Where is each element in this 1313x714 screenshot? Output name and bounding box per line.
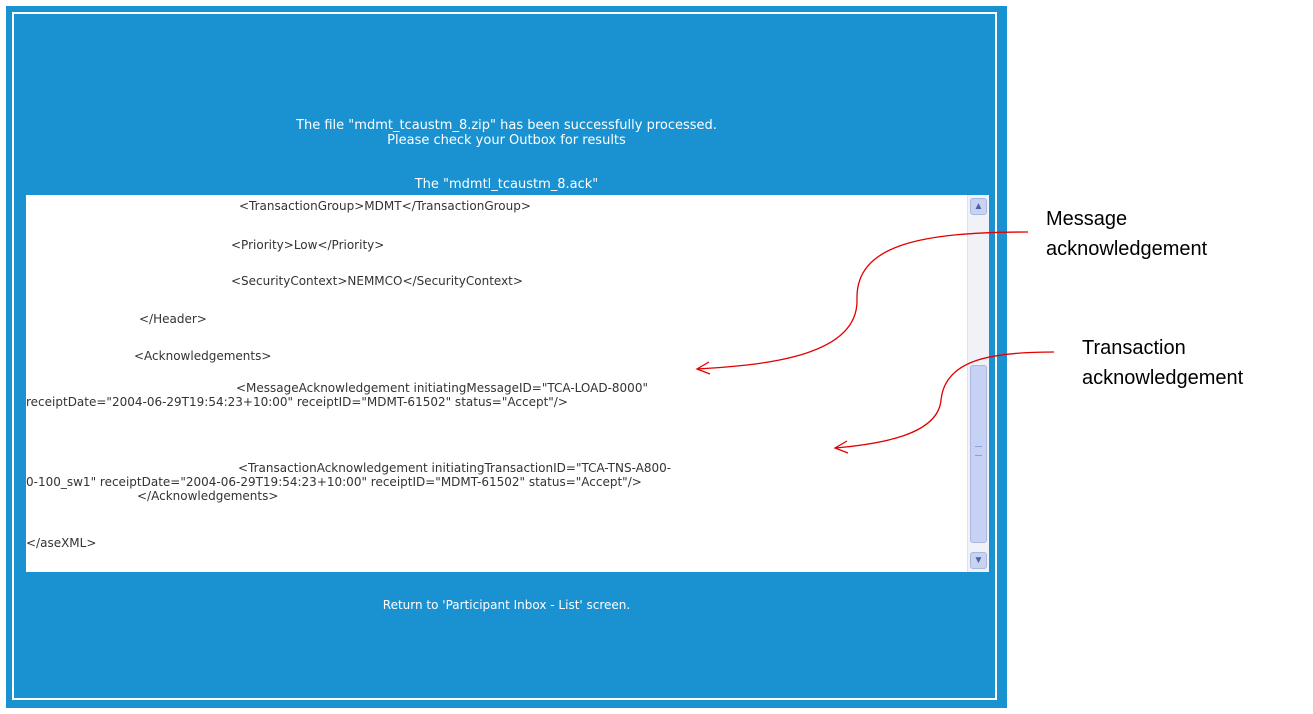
message-ack-arrow xyxy=(696,231,1029,370)
transaction-ack-arrow xyxy=(834,351,1055,449)
callout-arrows xyxy=(695,231,1055,454)
